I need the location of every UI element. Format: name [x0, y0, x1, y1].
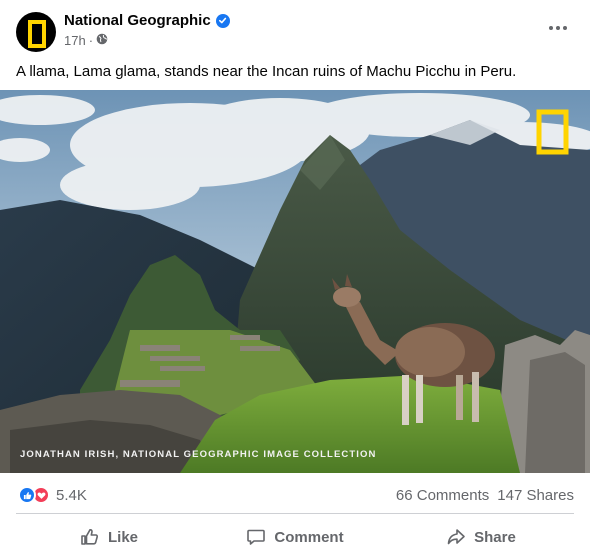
- comment-label: Comment: [274, 528, 344, 546]
- comment-bubble-icon: [246, 527, 266, 547]
- actions-divider: [16, 513, 574, 514]
- page-name-row: National Geographic: [64, 12, 230, 29]
- thumbs-up-icon: [80, 527, 100, 547]
- share-button[interactable]: Share: [388, 516, 574, 558]
- like-reaction-icon: [18, 486, 36, 504]
- post-caption: A llama, Lama glama, stands near the Inc…: [16, 63, 517, 80]
- share-label: Share: [474, 528, 516, 546]
- shares-count[interactable]: 147 Shares: [497, 487, 574, 504]
- more-options-icon: [549, 26, 553, 30]
- like-button[interactable]: Like: [16, 516, 202, 558]
- comments-count[interactable]: 66 Comments: [396, 487, 489, 504]
- meta-separator: ·: [88, 33, 94, 48]
- photo-credit: JONATHAN IRISH, NATIONAL GEOGRAPHIC IMAG…: [20, 449, 377, 460]
- comment-button[interactable]: Comment: [202, 516, 388, 558]
- verified-badge-icon: [215, 13, 230, 28]
- nat-geo-logo-icon: [28, 20, 46, 48]
- engagement-counts: 66 Comments 147 Shares: [396, 487, 574, 504]
- reaction-count: 5.4K: [56, 486, 87, 504]
- share-arrow-icon: [446, 527, 466, 547]
- reactions-summary[interactable]: 5.4K: [18, 486, 87, 504]
- facebook-post: National Geographic 17h · A llama, Lama …: [0, 0, 590, 559]
- post-stats: 5.4K 66 Comments 147 Shares: [0, 473, 590, 517]
- globe-icon[interactable]: [96, 33, 108, 48]
- like-label: Like: [107, 528, 138, 546]
- post-actions: Like Comment Share: [16, 516, 574, 558]
- post-meta: 17h ·: [64, 33, 108, 48]
- page-avatar[interactable]: [16, 12, 56, 52]
- page-name[interactable]: National Geographic: [64, 12, 211, 29]
- machu-picchu-llama-image: [0, 90, 590, 473]
- post-photo[interactable]: JONATHAN IRISH, NATIONAL GEOGRAPHIC IMAG…: [0, 90, 590, 473]
- more-options-button[interactable]: [540, 14, 576, 42]
- post-header: National Geographic 17h ·: [0, 0, 590, 56]
- post-timestamp[interactable]: 17h: [64, 33, 86, 48]
